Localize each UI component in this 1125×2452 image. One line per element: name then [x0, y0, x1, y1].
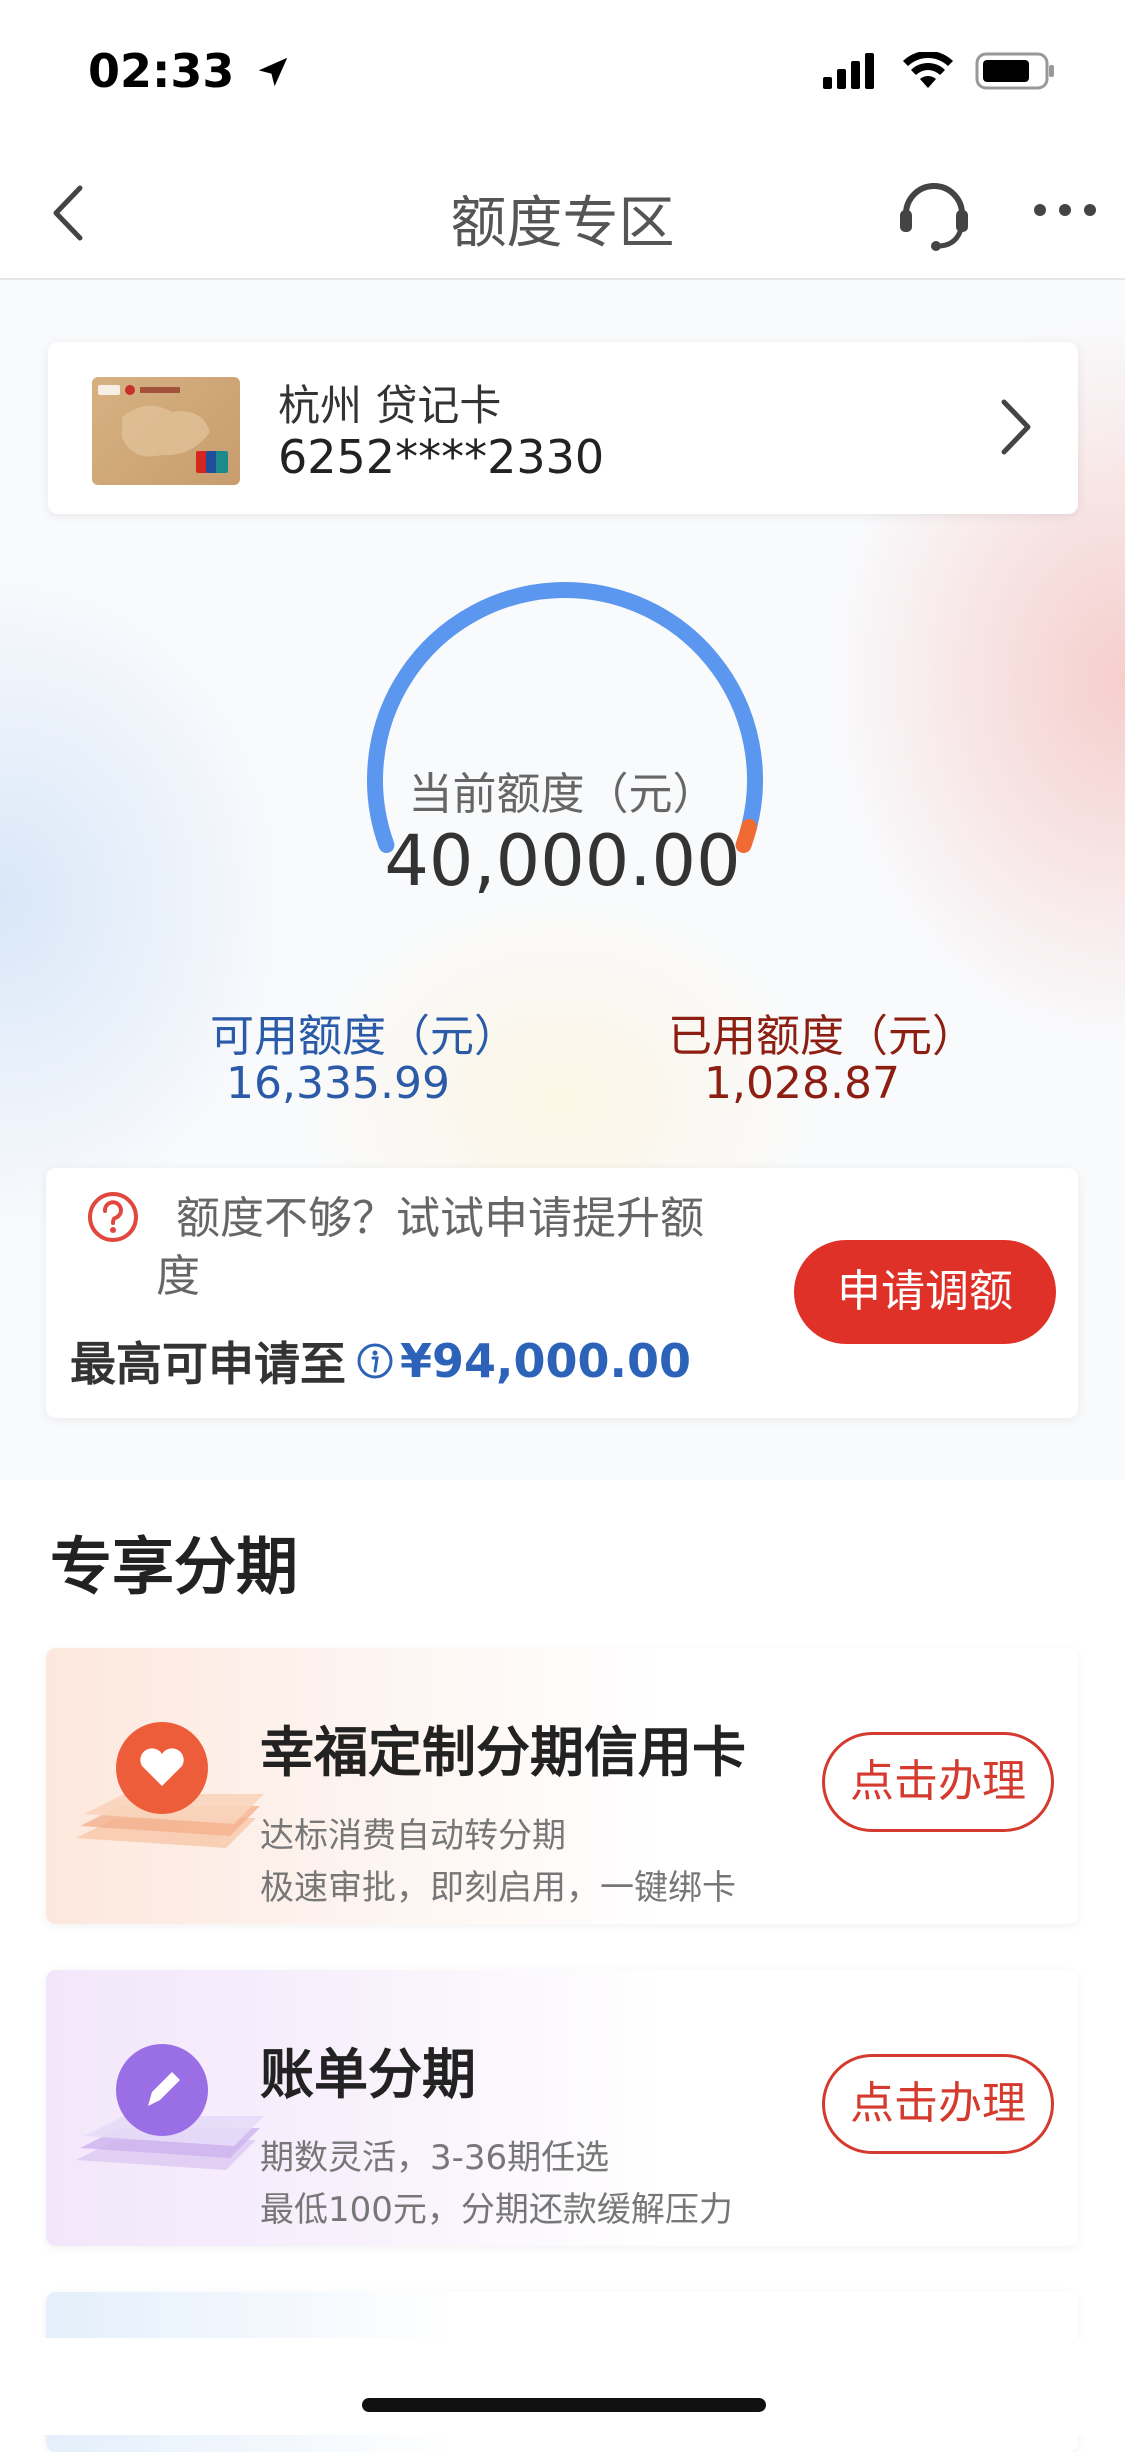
status-time-text: 02:33	[88, 44, 235, 98]
promo-subtitle: 最低100元，分期还款缓解压力	[260, 2190, 733, 2230]
promo-card-bill-installment[interactable]: 账单分期 期数灵活，3-36期任选 最低100元，分期还款缓解压力 点击办理	[46, 1970, 1078, 2246]
used-limit-label: 已用额度（元）	[668, 1011, 976, 1062]
limit-increase-tip-line2: 度	[156, 1251, 200, 1302]
apply-now-button[interactable]: 点击办理	[822, 2054, 1054, 2154]
max-apply-amount: ¥94,000.00	[400, 1334, 692, 1388]
battery-icon	[975, 52, 1054, 90]
pencil-document-illustration	[76, 2044, 264, 2170]
bottom-safe-area	[0, 2338, 1125, 2435]
max-apply-label: 最高可申请至	[70, 1337, 346, 1391]
chevron-right-icon	[1001, 399, 1031, 455]
promo-card-happiness-installment[interactable]: 幸福定制分期信用卡 达标消费自动转分期 极速审批，即刻启用，一键绑卡 点击办理	[46, 1648, 1078, 1924]
home-indicator[interactable]	[362, 2398, 766, 2412]
promo-title: 幸福定制分期信用卡	[260, 1721, 746, 1784]
limit-increase-tip: 额度不够？试试申请提升额 度	[156, 1190, 796, 1306]
used-limit-value: 1,028.87	[704, 1058, 900, 1109]
limit-increase-panel: 额度不够？试试申请提升额 度 最高可申请至 ¥94,000.00 申请调额	[46, 1168, 1078, 1418]
promo-subtitle: 期数灵活，3-36期任选	[260, 2138, 610, 2178]
current-limit-label: 当前额度（元）	[408, 769, 717, 820]
wifi-icon	[903, 52, 953, 88]
cellular-signal-icon	[823, 53, 874, 89]
promo-title: 账单分期	[260, 2043, 476, 2106]
apply-now-button[interactable]: 点击办理	[822, 1732, 1054, 1832]
credit-card-image	[92, 377, 240, 485]
customer-service-headset-icon[interactable]	[894, 172, 974, 252]
section-title: 专享分期	[50, 1530, 299, 1603]
max-apply-row: 最高可申请至 ¥94,000.00	[70, 1328, 691, 1394]
more-options-icon[interactable]	[1030, 180, 1100, 240]
card-selector[interactable]: 杭州 贷记卡 6252****2330	[48, 342, 1078, 514]
status-icons	[823, 52, 1055, 90]
card-name: 杭州 贷记卡	[278, 381, 502, 430]
promo-subtitle: 极速审批，即刻启用，一键绑卡	[260, 1868, 736, 1908]
apply-adjust-limit-button[interactable]: 申请调额	[794, 1240, 1056, 1344]
card-number: 6252****2330	[278, 430, 605, 484]
question-circle-icon	[88, 1192, 138, 1242]
status-bar: 02:33	[0, 0, 1125, 150]
current-limit-value: 40,000.00	[384, 820, 741, 902]
limit-increase-tip-line1: 额度不够？试试申请提升额	[176, 1193, 704, 1244]
info-icon[interactable]	[356, 1342, 394, 1380]
promo-subtitle: 达标消费自动转分期	[260, 1816, 566, 1856]
heart-card-illustration	[76, 1722, 264, 1848]
available-limit-label: 可用额度（元）	[210, 1011, 518, 1062]
nav-bar: 额度专区	[0, 150, 1125, 280]
location-arrow-icon	[259, 57, 288, 87]
available-limit-value: 16,335.99	[226, 1058, 450, 1109]
status-time: 02:33	[88, 44, 292, 98]
